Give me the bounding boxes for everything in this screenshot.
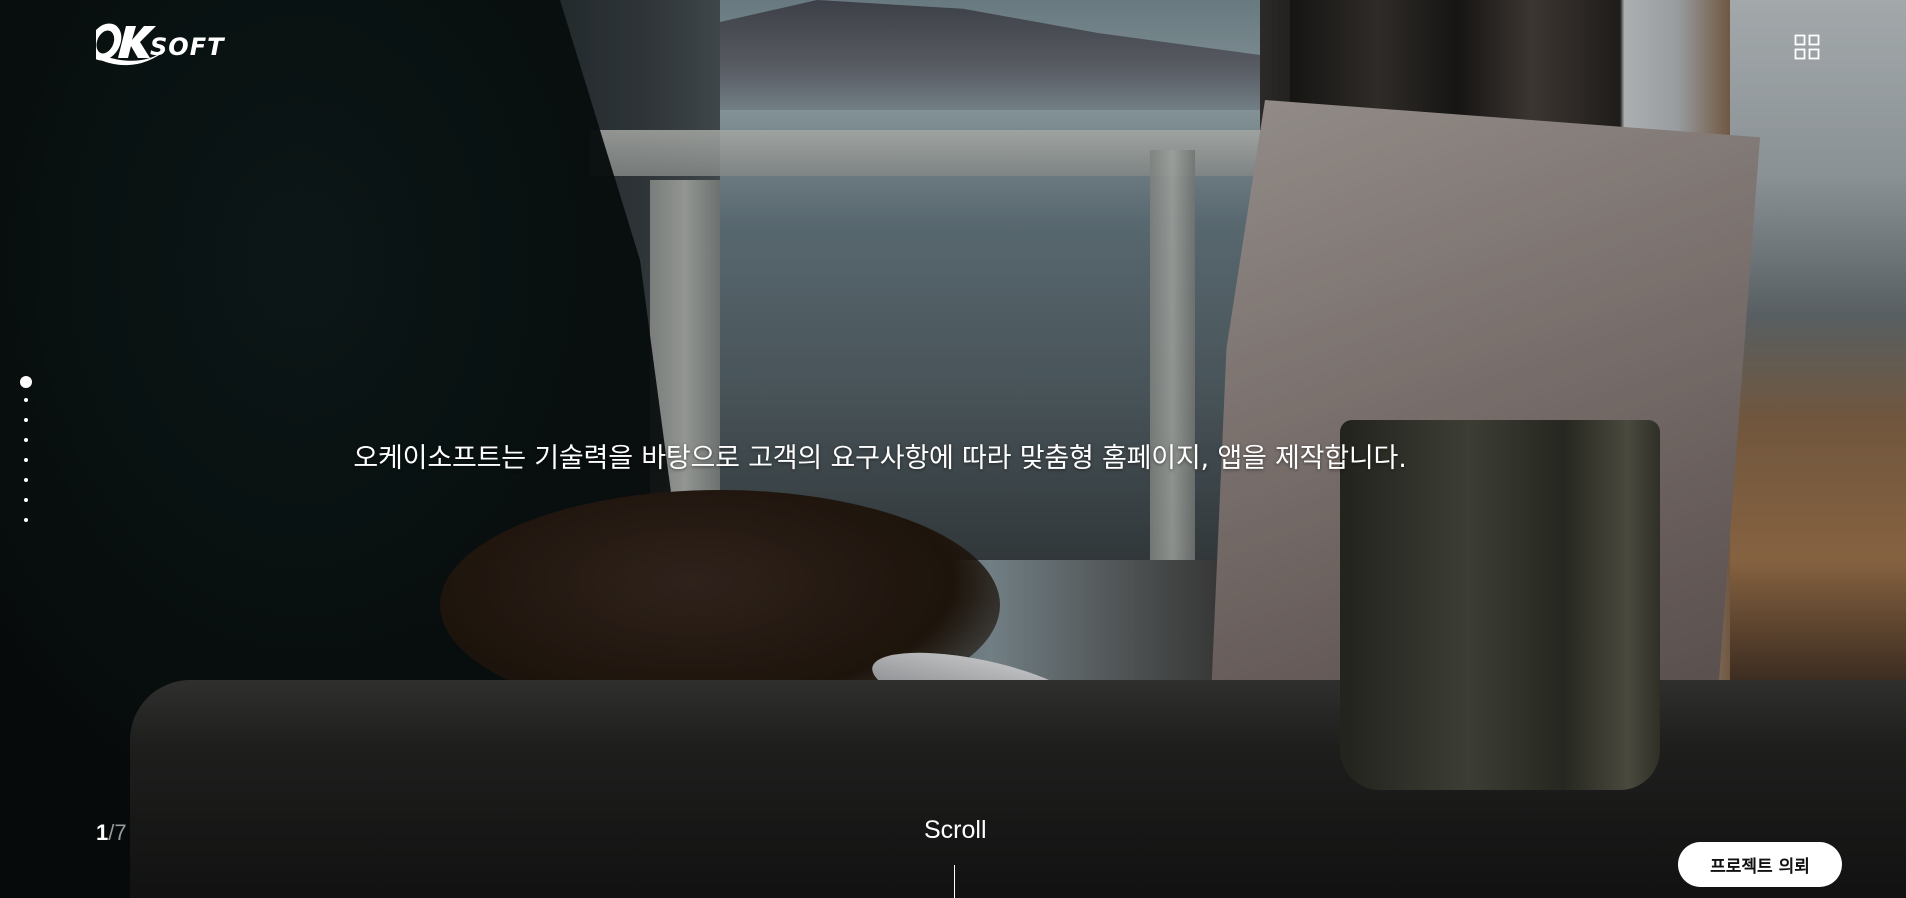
slide-counter-current: 1 (96, 820, 109, 845)
oksoft-logo-icon: SOFT (96, 23, 225, 66)
slide-dot-3[interactable] (24, 418, 28, 422)
grid-menu-icon (1794, 34, 1820, 60)
hero-headline-text: 오케이소프트는 기술력을 바탕으로 고객의 요구사항에 따라 맞춤형 홈페이지,… (353, 443, 1407, 474)
slide-counter: 1/7 (96, 820, 127, 846)
scroll-indicator-label[interactable]: Scroll (924, 816, 987, 845)
menu-button[interactable] (1794, 34, 1820, 60)
project-request-button[interactable]: 프로젝트 의뢰 (1678, 842, 1842, 887)
slide-dot-8[interactable] (24, 518, 28, 522)
slide-dot-7[interactable] (24, 498, 28, 502)
svg-text:SOFT: SOFT (150, 33, 225, 61)
hero-section: SOFT 오케이소프트는 기술력을 바탕으로 고객의 요구사항에 따라 맞춤형 … (0, 0, 1906, 898)
slide-dot-2[interactable] (24, 398, 28, 402)
slide-dot-6[interactable] (24, 478, 28, 482)
slide-counter-total: 7 (114, 820, 127, 845)
hero-headline: 오케이소프트는 기술력을 바탕으로 고객의 요구사항에 따라 맞춤형 홈페이지,… (0, 436, 1906, 475)
slide-dot-1[interactable] (20, 376, 32, 388)
oksoft-logo[interactable]: SOFT (96, 20, 232, 68)
scroll-indicator-line (954, 865, 955, 898)
